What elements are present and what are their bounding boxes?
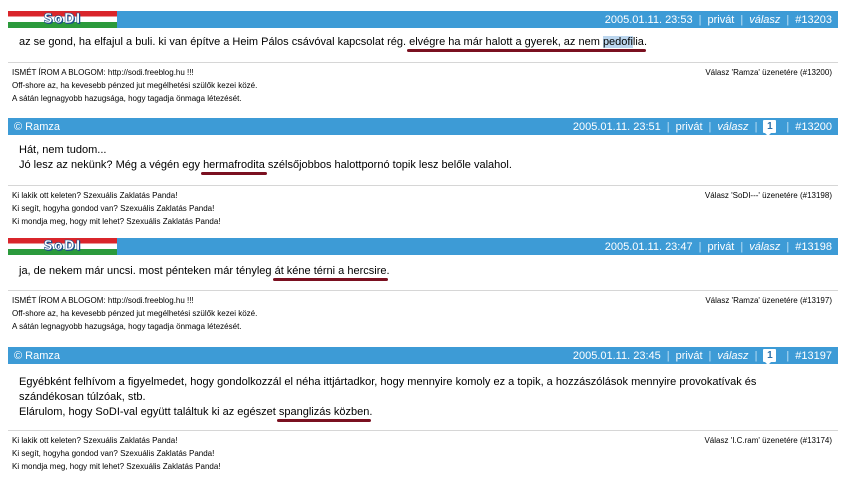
post-text: szándékosan túlzóak, stb. <box>19 391 146 403</box>
post-body: Hát, nem tudom... Jó lesz az nekünk? Még… <box>8 135 838 185</box>
post-body: az se gond, ha elfajul a buli. ki van ép… <box>19 36 647 48</box>
post-text: az se gond, ha elfajul a buli. ki van ép… <box>19 36 410 48</box>
separator: | <box>786 349 790 362</box>
reply-count-badge[interactable]: 1 <box>763 120 777 136</box>
separator: | <box>754 349 758 362</box>
reply-link[interactable]: válasz <box>749 241 780 253</box>
post-signature: ISMÉT ÍROM A BLOGOM: http://sodi.freeblo… <box>8 62 838 108</box>
post-signature: Ki lakik ott keleten? Szexuális Zaklatás… <box>8 185 838 233</box>
separator: | <box>708 349 712 362</box>
separator: | <box>708 120 712 133</box>
underlined-text: hermafrodita <box>203 159 265 171</box>
reply-reference-link[interactable]: Válasz 'Ramza' üzenetére (#13197) <box>705 294 832 307</box>
signature-line: Ki segít, hogyha gondod van? Szexuális Z… <box>12 204 215 213</box>
user-logo-text: SoDI <box>43 239 82 255</box>
separator: | <box>698 13 702 26</box>
signature-line: Ki mondja meg, hogy mit lehet? Szexuális… <box>12 462 221 471</box>
forum-post: SoDI 2005.01.11. 23:53 | privát | válasz… <box>8 11 838 108</box>
reply-reference-link[interactable]: Válasz 'Ramza' üzenetére (#13200) <box>705 66 832 79</box>
post-signature: ISMÉT ÍROM A BLOGOM: http://sodi.freeblo… <box>8 290 838 338</box>
signature-line: Ki segít, hogyha gondod van? Szexuális Z… <box>12 449 215 458</box>
private-link[interactable]: privát <box>707 241 734 253</box>
post-text: Elárulom, hogy SoDI-val együtt találtuk … <box>19 406 279 418</box>
post-header: SoDI 2005.01.11. 23:53 | privát | válasz… <box>8 11 838 28</box>
post-date: 2005.01.11. 23:45 <box>572 349 661 362</box>
separator: | <box>666 120 670 133</box>
user-logo[interactable]: SoDI <box>8 11 117 28</box>
post-author[interactable]: © Ramza <box>8 121 573 133</box>
post-id-link[interactable]: #13198 <box>795 241 832 253</box>
separator: | <box>786 120 790 133</box>
post-id-link[interactable]: #13200 <box>795 121 832 133</box>
post-header: © Ramza 2005.01.11. 23:45 | privát | vál… <box>8 347 838 365</box>
post-body: Egyébként felhívom a figyelmedet, hogy g… <box>8 364 838 430</box>
underlined-text: spanglizás közben <box>278 406 370 418</box>
signature-line: Ki mondja meg, hogy mit lehet? Szexuális… <box>12 217 221 226</box>
post-header: © Ramza 2005.01.11. 23:51 | privát | vál… <box>8 118 838 136</box>
post-signature: Ki lakik ott keleten? Szexuális Zaklatás… <box>8 430 838 476</box>
reply-count-badge[interactable]: 1 <box>763 349 777 365</box>
signature-line: Off-shore az, ha kevesebb pénzed jut meg… <box>12 309 258 318</box>
post-date: 2005.01.11. 23:51 <box>572 120 661 133</box>
separator: | <box>698 240 702 253</box>
post-text: ja, de nekem már uncsi. most pénteken má… <box>19 265 275 277</box>
forum-post: SoDI 2005.01.11. 23:47 | privát | válasz… <box>8 238 838 338</box>
post-text: Jó lesz az nekünk? Még a végén egy <box>19 159 204 171</box>
reply-reference-link[interactable]: Válasz 'I.C.ram' üzenetére (#13174) <box>704 434 832 447</box>
post-id-link[interactable]: #13197 <box>795 350 832 362</box>
separator: | <box>740 13 744 26</box>
underlined-text: át kéne térni a hercsire <box>274 265 387 277</box>
post-id-link[interactable]: #13203 <box>795 14 832 26</box>
separator: | <box>740 240 744 253</box>
underlined-text: elvégre ha már halott a gyerek, az nem p… <box>409 36 644 48</box>
separator: | <box>666 349 670 362</box>
reply-reference-link[interactable]: Válasz 'SoDI---' üzenetére (#13198) <box>705 189 832 202</box>
user-logo-text: SoDI <box>43 12 82 28</box>
reply-link[interactable]: válasz <box>717 121 748 133</box>
post-date: 2005.01.11. 23:53 <box>604 13 693 26</box>
post-text: Hát, nem tudom... <box>19 144 107 156</box>
post-header: SoDI 2005.01.11. 23:47 | privát | válasz… <box>8 238 838 255</box>
separator: | <box>754 120 758 133</box>
separator: | <box>786 240 790 253</box>
highlighted-text: pedofi <box>602 36 633 48</box>
separator: | <box>786 13 790 26</box>
post-author[interactable]: © Ramza <box>8 350 573 362</box>
post-text: Egyébként felhívom a figyelmedet, hogy g… <box>19 376 757 388</box>
forum-post: © Ramza 2005.01.11. 23:51 | privát | vál… <box>8 118 838 233</box>
reply-link[interactable]: válasz <box>749 14 780 26</box>
signature-line: A sátán legnagyobb hazugsága, hogy tagad… <box>12 322 242 331</box>
signature-line: Off-shore az, ha kevesebb pénzed jut meg… <box>12 81 258 90</box>
private-link[interactable]: privát <box>676 350 703 362</box>
reply-link[interactable]: válasz <box>717 350 748 362</box>
post-date: 2005.01.11. 23:47 <box>604 240 693 253</box>
private-link[interactable]: privát <box>707 14 734 26</box>
post-body: ja, de nekem már uncsi. most pénteken má… <box>19 265 390 277</box>
private-link[interactable]: privát <box>676 121 703 133</box>
signature-line: A sátán legnagyobb hazugsága, hogy tagad… <box>12 94 242 103</box>
user-logo[interactable]: SoDI <box>8 238 117 255</box>
forum-post: © Ramza 2005.01.11. 23:45 | privát | vál… <box>8 347 838 476</box>
